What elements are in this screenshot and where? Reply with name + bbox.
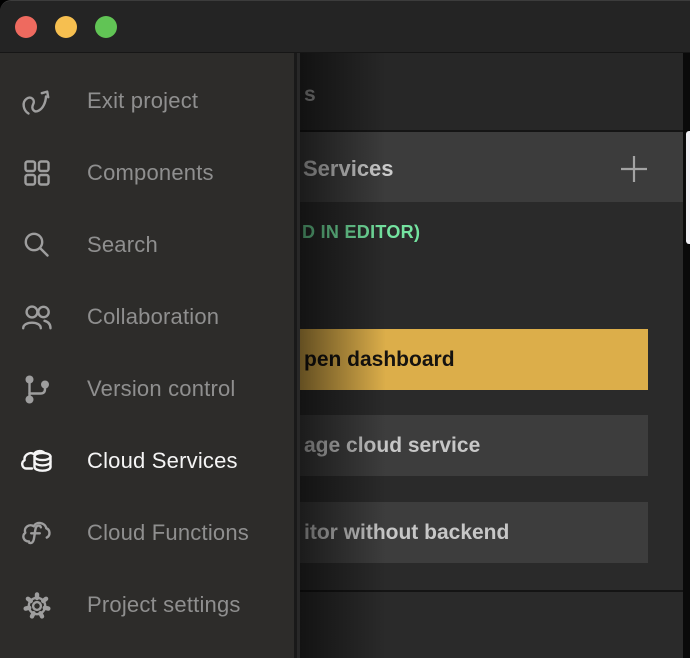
components-icon — [19, 155, 57, 191]
add-service-button[interactable] — [619, 154, 649, 184]
menu-item-label: Collaboration — [87, 304, 219, 330]
cloud-services-icon — [19, 443, 57, 479]
menu-item-exit-project[interactable]: Exit project — [0, 65, 294, 137]
panel-title-row: s — [300, 52, 683, 132]
plus-icon — [619, 154, 649, 184]
menu-item-label: Project settings — [87, 592, 241, 618]
close-button[interactable] — [15, 16, 37, 38]
project-menu: Exit project Components Search — [0, 52, 297, 658]
section-divider — [300, 590, 683, 592]
menu-item-label: Version control — [87, 376, 236, 402]
menu-item-label: Search — [87, 232, 158, 258]
menu-item-label: Components — [87, 160, 214, 186]
menu-item-cloud-services[interactable]: Cloud Services — [0, 425, 294, 497]
cloud-services-panel: s Services D IN EDITOR) pen dashboard ag… — [300, 52, 690, 658]
search-icon — [19, 227, 57, 263]
project-settings-icon — [19, 587, 57, 623]
exit-project-icon — [19, 83, 57, 119]
menu-item-collaboration[interactable]: Collaboration — [0, 281, 294, 353]
editor-without-backend-label: itor without backend — [300, 521, 509, 545]
menu-item-label: Cloud Services — [87, 448, 238, 474]
scrollbar-thumb[interactable] — [686, 131, 690, 244]
services-header-bar: Services — [300, 132, 683, 202]
collaboration-icon — [19, 299, 57, 335]
open-dashboard-button[interactable]: pen dashboard — [300, 329, 648, 390]
menu-item-cloud-functions[interactable]: Cloud Functions — [0, 497, 294, 569]
minimize-button[interactable] — [55, 16, 77, 38]
editor-without-backend-button[interactable]: itor without backend — [300, 502, 648, 563]
cloud-functions-icon — [19, 515, 57, 551]
manage-cloud-service-button[interactable]: age cloud service — [300, 415, 648, 476]
panel-title-partial: s — [304, 83, 316, 107]
menu-item-label: Exit project — [87, 88, 198, 114]
menu-item-label: Cloud Functions — [87, 520, 249, 546]
menu-item-project-settings[interactable]: Project settings — [0, 569, 294, 641]
menu-item-search[interactable]: Search — [0, 209, 294, 281]
titlebar — [0, 1, 690, 53]
zoom-button[interactable] — [95, 16, 117, 38]
manage-cloud-service-label: age cloud service — [300, 434, 480, 458]
app-window: s Services D IN EDITOR) pen dashboard ag… — [0, 0, 690, 658]
open-dashboard-label: pen dashboard — [300, 348, 455, 372]
editor-status-label-partial: D IN EDITOR) — [302, 222, 420, 243]
version-control-icon — [19, 371, 57, 407]
menu-item-version-control[interactable]: Version control — [0, 353, 294, 425]
menu-item-components[interactable]: Components — [0, 137, 294, 209]
services-header-title: Services — [303, 156, 394, 182]
